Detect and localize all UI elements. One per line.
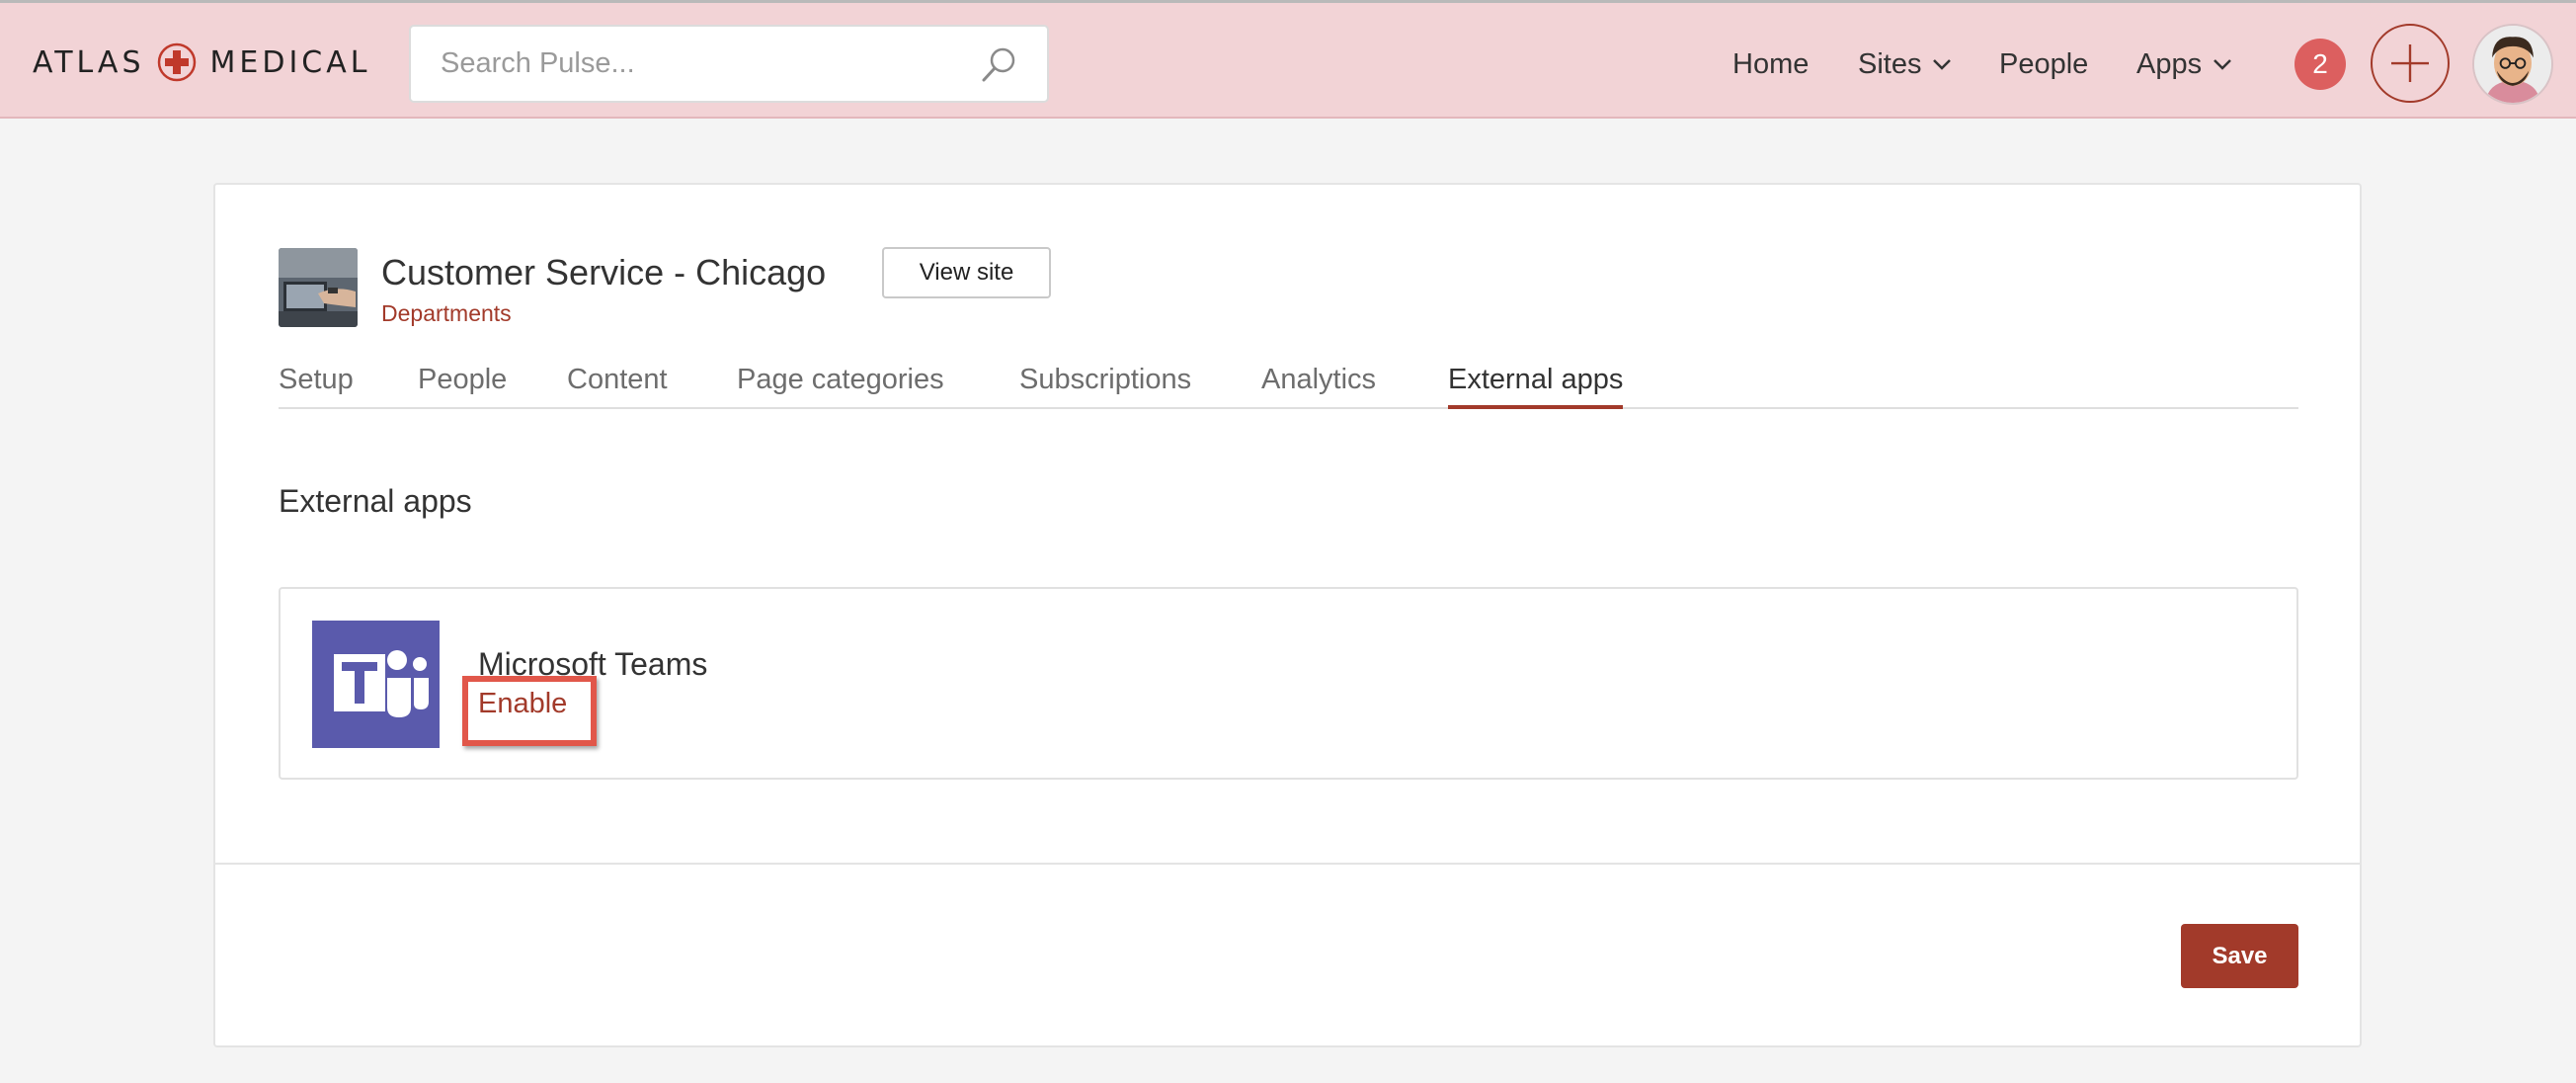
settings-tabs: Setup People Content Page categories Sub…: [279, 364, 2298, 409]
search-box[interactable]: [409, 25, 1049, 103]
nav-sites-label: Sites: [1858, 47, 1922, 80]
search-icon[interactable]: [980, 45, 1019, 85]
chevron-down-icon: [1933, 59, 1952, 70]
section-title: External apps: [279, 483, 472, 519]
footer-divider: [215, 863, 2360, 865]
tab-content[interactable]: Content: [567, 364, 668, 409]
plus-icon: [2391, 44, 2429, 82]
chevron-down-icon: [2214, 59, 2231, 70]
site-settings-card: Customer Service - Chicago Departments V…: [213, 183, 2362, 1047]
nav-sites[interactable]: Sites: [1858, 41, 1953, 88]
tab-external-apps[interactable]: External apps: [1448, 364, 1624, 409]
tab-setup[interactable]: Setup: [279, 364, 354, 409]
site-thumbnail-image: [279, 248, 358, 327]
site-thumbnail: [279, 248, 358, 327]
tab-people[interactable]: People: [418, 364, 507, 409]
avatar-image: [2474, 26, 2551, 103]
create-button[interactable]: [2371, 24, 2450, 103]
logo-text-left: ATLAS: [33, 44, 145, 80]
medical-cross-icon: [157, 42, 196, 82]
tab-subscriptions[interactable]: Subscriptions: [1019, 364, 1191, 409]
nav-apps[interactable]: Apps: [2136, 41, 2233, 88]
site-title: Customer Service - Chicago: [381, 252, 827, 292]
external-app-item: Microsoft Teams Enable: [279, 587, 2298, 780]
microsoft-teams-icon: [312, 621, 440, 748]
nav-people[interactable]: People: [1999, 41, 2088, 88]
nav-home-label: Home: [1732, 47, 1810, 80]
search-input[interactable]: [441, 47, 954, 80]
highlight-annotation-box: [462, 676, 597, 746]
tab-page-categories[interactable]: Page categories: [737, 364, 944, 409]
nav-home[interactable]: Home: [1732, 41, 1809, 88]
view-site-button[interactable]: View site: [882, 247, 1051, 298]
nav-people-label: People: [1999, 47, 2089, 80]
notification-badge[interactable]: 2: [2294, 39, 2346, 90]
notification-count: 2: [2312, 48, 2328, 79]
site-category-link[interactable]: Departments: [381, 300, 512, 327]
save-button[interactable]: Save: [2181, 924, 2298, 988]
teams-logo-glyph: [334, 650, 429, 717]
logo-text-right: MEDICAL: [209, 44, 371, 80]
tab-analytics[interactable]: Analytics: [1261, 364, 1376, 409]
atlas-medical-logo[interactable]: ATLAS MEDICAL: [33, 42, 370, 82]
nav-apps-label: Apps: [2136, 47, 2203, 80]
top-bar: ATLAS MEDICAL Home Sites People Apps 2: [0, 0, 2576, 119]
user-avatar[interactable]: [2472, 24, 2553, 105]
